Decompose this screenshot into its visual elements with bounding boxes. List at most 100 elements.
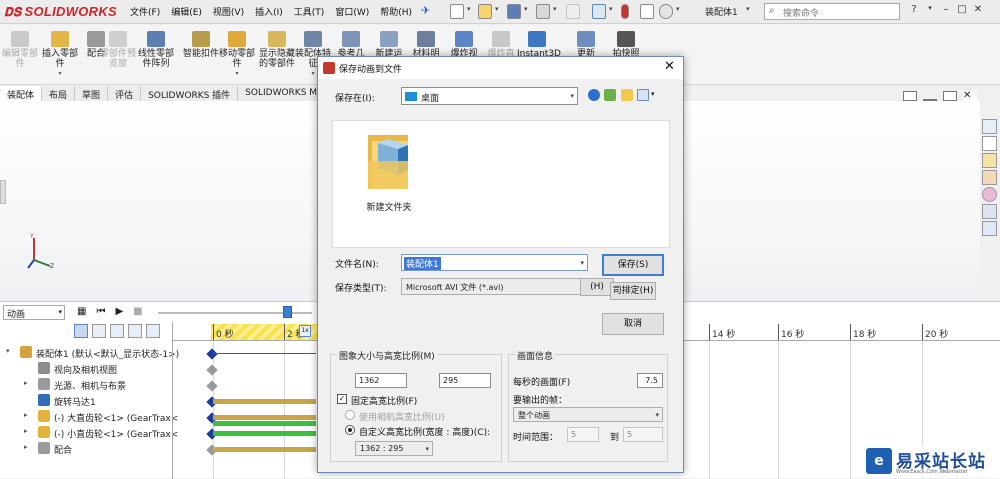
chevron-down-icon[interactable]: ▾	[40, 69, 80, 79]
ribbon-button-instant3d[interactable]: Instant3D	[517, 31, 561, 59]
range-to-input[interactable]: 5	[623, 427, 663, 442]
ribbon-button-reference-geometry[interactable]: 参考几	[331, 31, 371, 59]
chevron-down-icon[interactable]: ▾	[6, 347, 10, 355]
chevron-down-icon[interactable]: ▾	[746, 5, 750, 13]
play-from-start-icon[interactable]: ⏮	[96, 306, 105, 317]
height-input[interactable]: 295	[439, 373, 491, 388]
custom-ratio-radio[interactable]	[345, 425, 355, 435]
slider-handle[interactable]	[283, 306, 292, 318]
menu-view[interactable]: 视图(V)	[213, 5, 244, 18]
keyframe[interactable]	[206, 348, 218, 360]
select-pointer-icon[interactable]	[592, 4, 606, 19]
width-input[interactable]: 1362	[355, 373, 407, 388]
ribbon-button-update[interactable]: 更新	[566, 31, 606, 59]
restore-view-icon[interactable]	[943, 91, 957, 101]
tab-evaluate[interactable]: 评估	[108, 86, 142, 101]
ribbon-button-edit-component[interactable]: 编辑零部件	[0, 31, 40, 69]
file-explorer-icon[interactable]	[982, 153, 997, 168]
chevron-down-icon[interactable]: ▾	[609, 5, 613, 13]
range-from-input[interactable]: 5	[567, 427, 599, 442]
cancel-button[interactable]: 取消	[602, 313, 664, 335]
tree-item[interactable]: ▾ 装配体1 (默认<默认_显示状态-1>)	[0, 345, 179, 361]
custom-properties-icon[interactable]	[982, 204, 997, 219]
folder-icon[interactable]	[366, 131, 414, 193]
undo-icon[interactable]	[566, 4, 580, 19]
menu-help[interactable]: 帮助(H)	[380, 5, 412, 18]
tab-assembly[interactable]: 装配体	[0, 86, 43, 101]
chevron-down-icon[interactable]: ▾	[467, 5, 471, 13]
ribbon-button-smart-fastener[interactable]: 智能扣件	[181, 31, 221, 59]
filter-driving-icon[interactable]	[92, 324, 106, 338]
chevron-right-icon[interactable]: ▸	[24, 443, 28, 451]
stop-icon[interactable]: ■	[133, 306, 142, 317]
forum-icon[interactable]	[982, 221, 997, 236]
design-library-icon[interactable]	[982, 136, 997, 151]
split-view-icon[interactable]	[903, 91, 917, 101]
tab-solidworks-mbd[interactable]: SOLIDWORKS M	[238, 86, 326, 101]
tree-item[interactable]: 旋转马达1	[0, 393, 172, 409]
minimize-button[interactable]: –	[938, 4, 954, 15]
minimize-view-icon[interactable]	[923, 99, 937, 101]
filetype-select[interactable]: Microsoft AVI 文件 (*.avi) ▾	[401, 278, 588, 295]
schedule-button[interactable]: 司排定(H)	[610, 282, 656, 300]
ribbon-button-move-component[interactable]: 移动零部件 ▾	[217, 31, 257, 79]
ribbon-button-new-motion[interactable]: 新建运	[369, 31, 409, 59]
file-list[interactable]: 新建文件夹	[332, 120, 670, 248]
menu-file[interactable]: 文件(F)	[130, 5, 160, 18]
ribbon-button-linear-pattern[interactable]: 线性零部件阵列	[136, 31, 176, 69]
save-icon[interactable]	[507, 4, 521, 19]
gear1-bar[interactable]	[213, 415, 316, 420]
view-menu-icon[interactable]	[637, 89, 649, 101]
keyframe[interactable]	[206, 380, 218, 392]
menu-tools[interactable]: 工具(T)	[294, 5, 325, 18]
gear1-change-bar[interactable]	[213, 421, 316, 426]
chevron-right-icon[interactable]: ▸	[24, 427, 28, 435]
close-view-icon[interactable]: ✕	[963, 91, 977, 101]
view-palette-icon[interactable]	[982, 170, 997, 185]
calculate-icon[interactable]: ▦	[77, 306, 86, 317]
chevron-down-icon[interactable]: ▾	[651, 90, 655, 98]
ribbon-button-bom[interactable]: 材料明	[406, 31, 446, 59]
tab-solidworks-addins[interactable]: SOLIDWORKS 插件	[141, 86, 239, 101]
frames-select[interactable]: 整个动画 ▾	[513, 407, 663, 422]
motor-bar[interactable]	[213, 399, 316, 404]
new-folder-icon[interactable]	[621, 89, 633, 101]
close-button[interactable]: ✕	[970, 4, 986, 15]
traffic-light-icon[interactable]	[621, 4, 629, 19]
close-icon[interactable]: ✕	[664, 59, 675, 74]
chevron-down-icon[interactable]: ▾	[676, 5, 680, 13]
keyframe[interactable]	[206, 364, 218, 376]
pin-icon[interactable]: ✈	[421, 4, 430, 17]
tree-item[interactable]: ▸ (-) 大直齿轮<1> (GearTrax<	[0, 409, 178, 425]
search-input[interactable]: ⌕ 搜索命令	[764, 3, 900, 20]
print-icon[interactable]	[536, 4, 550, 19]
fps-input[interactable]: 7.5	[637, 373, 663, 388]
help-icon[interactable]: ?	[906, 4, 922, 15]
save-button[interactable]: 保存(S)	[602, 254, 664, 276]
filter-display-icon[interactable]	[146, 324, 160, 338]
chevron-right-icon[interactable]: ▸	[24, 379, 28, 387]
help-button[interactable]: (H)	[580, 278, 614, 296]
chevron-down-icon[interactable]: ▾	[524, 5, 528, 13]
chevron-down-icon[interactable]: ▾	[495, 5, 499, 13]
use-camera-ratio-radio[interactable]	[345, 410, 355, 420]
tree-item[interactable]: 视向及相机视图	[0, 361, 172, 377]
gear-icon[interactable]	[659, 4, 673, 19]
mates-bar[interactable]	[213, 447, 316, 452]
filter-results-icon[interactable]	[128, 324, 142, 338]
save-in-select[interactable]: 桌面 ▾	[401, 87, 578, 105]
maximize-button[interactable]: □	[954, 4, 970, 15]
menu-edit[interactable]: 编辑(E)	[171, 5, 202, 18]
back-icon[interactable]	[588, 89, 600, 101]
tree-item[interactable]: ▸ 配合	[0, 441, 172, 457]
play-icon[interactable]: ▶	[115, 306, 123, 317]
ribbon-button-show-hidden[interactable]: 显示隐藏的零部件	[257, 31, 297, 69]
file-properties-icon[interactable]	[640, 4, 654, 19]
tab-layout[interactable]: 布局	[42, 86, 76, 101]
filename-input[interactable]: 装配体1 ▾	[401, 254, 588, 271]
ribbon-button-explode[interactable]: 爆炸视	[444, 31, 484, 59]
menu-insert[interactable]: 插入(I)	[255, 5, 283, 18]
chevron-down-icon[interactable]: ▾	[217, 69, 257, 79]
appearances-icon[interactable]	[982, 187, 997, 202]
filter-selected-icon[interactable]	[110, 324, 124, 338]
